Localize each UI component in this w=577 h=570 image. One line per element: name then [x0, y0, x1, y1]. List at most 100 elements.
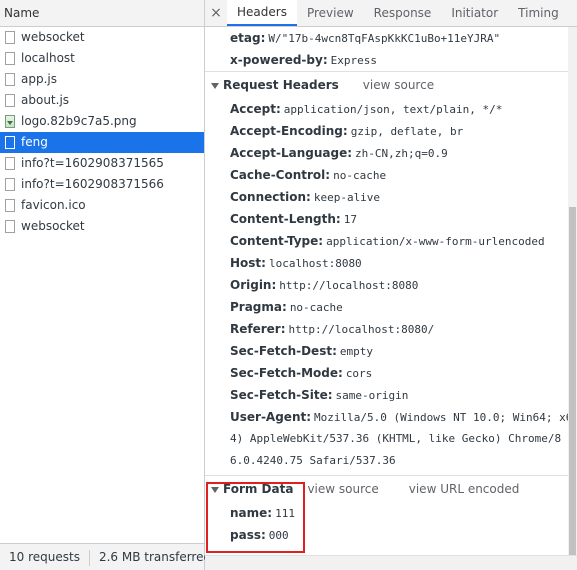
headers-content: etag: W/"17b-4wcn8TqFAspKkKC1uBo+11eYJRA"… [205, 27, 568, 556]
user-agent-continuation: 6.0.4240.75 Safari/537.36 [230, 454, 396, 467]
status-bar: 10 requests 2.6 MB transferred [0, 543, 211, 570]
request-header-row: Pragma: no-cache [205, 296, 568, 318]
header-key: Accept-Encoding: [230, 124, 348, 138]
request-item[interactable]: about.js [0, 90, 204, 111]
header-value: application/x-www-form-urlencoded [326, 235, 545, 248]
vertical-scrollbar[interactable] [568, 27, 577, 557]
request-item[interactable]: favicon.ico [0, 195, 204, 216]
header-value: Mozilla/5.0 (Windows NT 10.0; Win64; x6 [314, 411, 568, 424]
request-item[interactable]: localhost [0, 48, 204, 69]
header-value: http://localhost:8080/ [288, 323, 435, 336]
tab-initiator[interactable]: Initiator [441, 0, 508, 26]
header-value: 17 [343, 213, 357, 226]
request-item[interactable]: websocket [0, 27, 204, 48]
header-value: empty [339, 345, 373, 358]
request-item[interactable]: app.js [0, 69, 204, 90]
header-row-user-agent: User-Agent: Mozilla/5.0 (Windows NT 10.0;… [205, 406, 568, 428]
request-name: about.js [21, 93, 70, 107]
file-icon [5, 178, 15, 191]
request-header-row: Accept-Language: zh-CN,zh;q=0.9 [205, 142, 568, 164]
file-icon [5, 94, 15, 107]
request-header-row: Sec-Fetch-Mode: cors [205, 362, 568, 384]
details-tabs: × Headers Preview Response Initiator Timing [205, 0, 577, 27]
request-header-row: Referer: http://localhost:8080/ [205, 318, 568, 340]
file-icon [5, 136, 15, 149]
header-value: zh-CN,zh;q=0.9 [355, 147, 448, 160]
request-name: localhost [21, 51, 75, 65]
request-name: websocket [21, 219, 85, 233]
header-value: application/json, text/plain, */* [283, 103, 503, 116]
header-key: Referer: [230, 322, 286, 336]
tab-timing[interactable]: Timing [508, 0, 569, 26]
request-headers-section-header[interactable]: Request Headers view source [205, 71, 568, 98]
header-value: cors [345, 367, 373, 380]
transferred-size: 2.6 MB transferred [98, 550, 212, 564]
header-value: gzip, deflate, br [350, 125, 464, 138]
form-data-view-url-encoded-link[interactable]: view URL encoded [409, 482, 520, 496]
request-header-row: Host: localhost:8080 [205, 252, 568, 274]
triangle-down-icon[interactable] [211, 82, 219, 89]
tab-response[interactable]: Response [364, 0, 442, 26]
file-icon [5, 157, 15, 170]
header-value: no-cache [289, 301, 343, 314]
request-count: 10 requests [9, 550, 80, 564]
header-key: Cache-Control: [230, 168, 331, 182]
request-name: feng [21, 135, 48, 149]
file-icon [5, 52, 15, 65]
response-header-row: x-powered-by: Express [205, 49, 568, 71]
request-header-row: Sec-Fetch-Dest: empty [205, 340, 568, 362]
header-key: Host: [230, 256, 266, 270]
request-name: websocket [21, 30, 85, 44]
header-key: Accept: [230, 102, 281, 116]
header-key: Content-Length: [230, 212, 341, 226]
request-name: info?t=1602908371566 [21, 177, 164, 191]
request-name: app.js [21, 72, 57, 86]
request-name: info?t=1602908371565 [21, 156, 164, 170]
header-value: keep-alive [313, 191, 381, 204]
tab-preview[interactable]: Preview [297, 0, 364, 26]
header-key: Content-Type: [230, 234, 324, 248]
header-key: Sec-Fetch-Dest: [230, 344, 337, 358]
request-header-row: Origin: http://localhost:8080 [205, 274, 568, 296]
image-file-icon [5, 115, 15, 128]
header-key: Sec-Fetch-Site: [230, 388, 333, 402]
name-column-header[interactable]: Name [0, 0, 204, 27]
header-value: W/"17b-4wcn8TqFAspKkKC1uBo+11eYJRA" [268, 32, 501, 45]
form-data-highlight-box [206, 482, 305, 553]
header-value: localhost:8080 [268, 257, 362, 270]
header-key: x-powered-by: [230, 53, 328, 67]
horizontal-scrollbar[interactable] [205, 555, 577, 570]
file-icon [5, 199, 15, 212]
request-item[interactable]: logo.82b9c7a5.png [0, 111, 204, 132]
request-header-row: Connection: keep-alive [205, 186, 568, 208]
header-key: Connection: [230, 190, 311, 204]
header-key: Sec-Fetch-Mode: [230, 366, 343, 380]
header-value: http://localhost:8080 [279, 279, 419, 292]
header-key: Accept-Language: [230, 146, 353, 160]
close-details-icon[interactable]: × [205, 0, 227, 26]
user-agent-continuation: 4) AppleWebKit/537.36 (KHTML, like Gecko… [230, 432, 562, 445]
request-item[interactable]: info?t=1602908371565 [0, 153, 204, 174]
request-headers-view-source-link[interactable]: view source [363, 78, 434, 92]
request-header-row: Accept: application/json, text/plain, */* [205, 98, 568, 120]
status-divider [88, 549, 90, 566]
header-value: no-cache [333, 169, 387, 182]
file-icon [5, 31, 15, 44]
scrollbar-thumb[interactable] [569, 207, 576, 557]
request-item[interactable]: websocket [0, 216, 204, 237]
header-key: etag: [230, 31, 266, 45]
request-name: favicon.ico [21, 198, 86, 212]
request-item[interactable]: info?t=1602908371566 [0, 174, 204, 195]
request-list: websocket localhost app.js about.js logo.82b… [0, 27, 204, 237]
form-data-view-source-link[interactable]: view source [307, 482, 378, 496]
request-item[interactable]: feng [0, 132, 204, 153]
file-icon [5, 220, 15, 233]
header-key: Pragma: [230, 300, 287, 314]
header-key: User-Agent: [230, 410, 312, 424]
header-value: Express [330, 54, 377, 67]
request-header-row: Sec-Fetch-Site: same-origin [205, 384, 568, 406]
request-header-row: Accept-Encoding: gzip, deflate, br [205, 120, 568, 142]
request-name: logo.82b9c7a5.png [21, 114, 137, 128]
request-headers-title: Request Headers [223, 78, 339, 92]
tab-headers[interactable]: Headers [227, 0, 297, 26]
